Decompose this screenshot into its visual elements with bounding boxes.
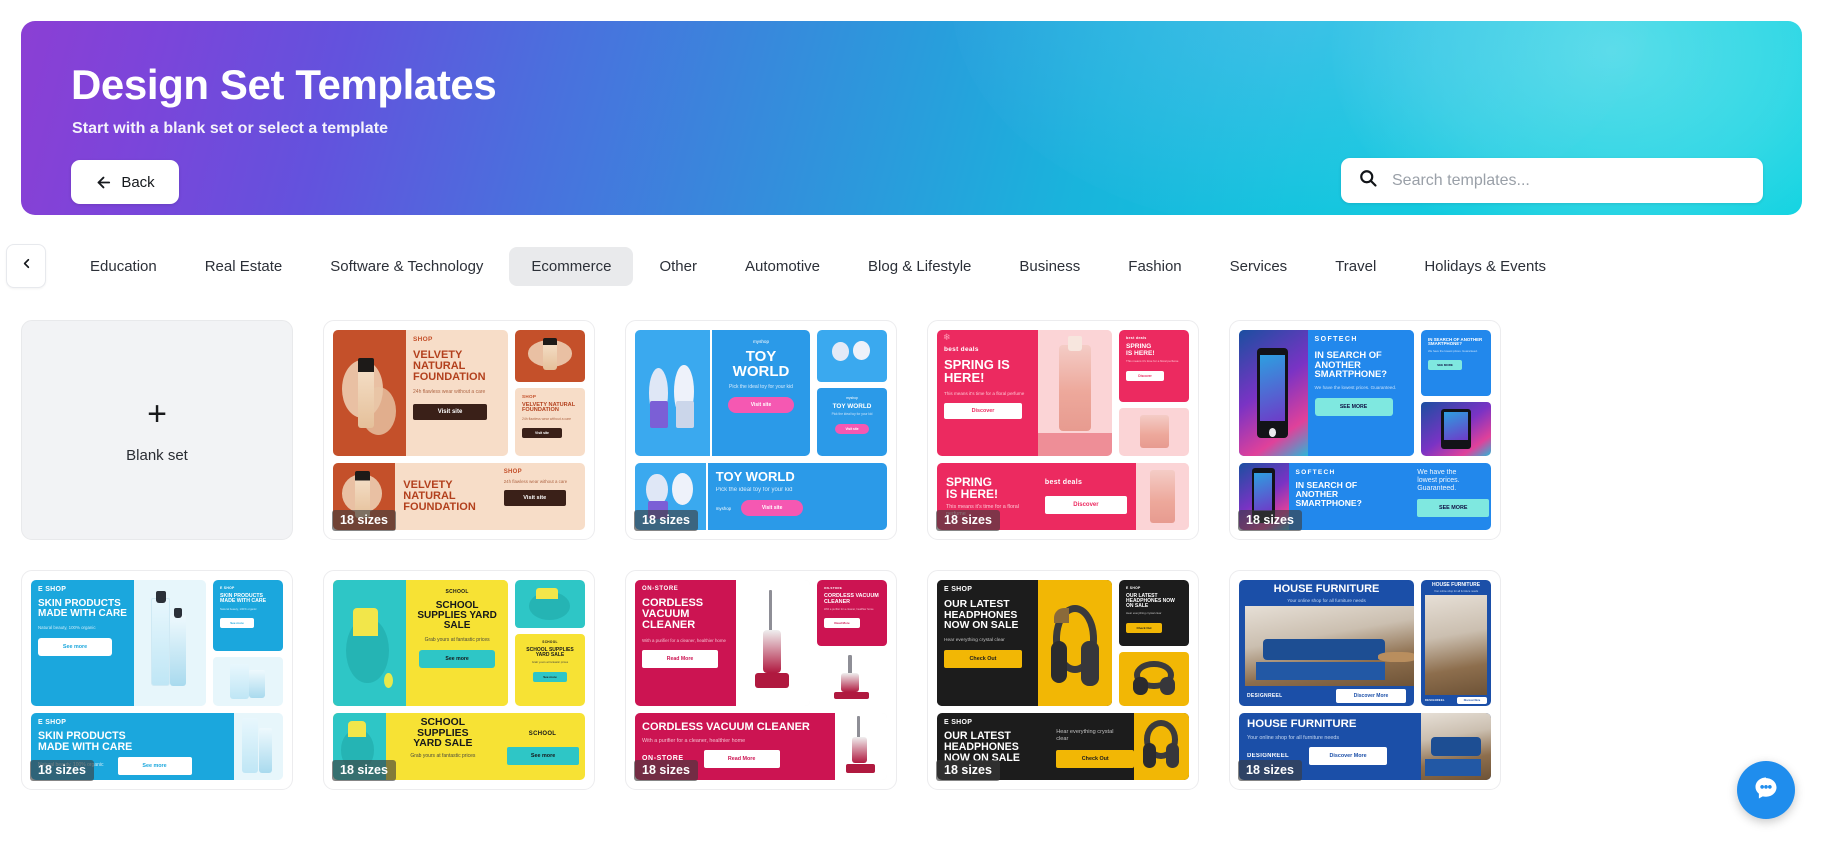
hero-banner: Design Set Templates Start with a blank …	[21, 21, 1802, 215]
template-thumbnail: E SHOP SKIN PRODUCTS MADE WITH CARE Natu…	[31, 580, 283, 780]
template-card-softech-smartphone[interactable]: SOFTECH IN SEARCH OF ANOTHER SMARTPHONE?…	[1229, 320, 1501, 540]
template-thumbnail: ❄ best deals SPRING IS HERE! This means …	[937, 330, 1189, 530]
template-cta: See more	[38, 637, 112, 656]
tab-holidays-events[interactable]: Holidays & Events	[1402, 247, 1568, 286]
templates-grid: + Blank set SHOP VELVETY NATURAL FOUNDAT…	[21, 320, 1802, 790]
arrow-left-icon	[95, 174, 112, 191]
template-brand: SHOP	[413, 336, 433, 343]
template-card-skin-products[interactable]: E SHOP SKIN PRODUCTS MADE WITH CARE Natu…	[21, 570, 293, 790]
tab-other[interactable]: Other	[637, 247, 719, 286]
template-cta: Visit site	[413, 403, 488, 420]
template-headline: HOUSE FURNITURE	[1273, 583, 1380, 595]
tab-automotive[interactable]: Automotive	[723, 247, 842, 286]
template-cta: See more	[419, 650, 496, 669]
tab-travel[interactable]: Travel	[1313, 247, 1398, 286]
template-body: Pick the ideal toy for your kid	[729, 383, 793, 390]
template-card-latest-headphones[interactable]: E SHOP OUR LATEST HEADPHONES NOW ON SALE…	[927, 570, 1199, 790]
plus-icon: +	[147, 394, 167, 433]
template-cta: SEE MORE	[1314, 398, 1393, 417]
template-headline: TOY WORLD	[732, 348, 790, 381]
template-body: Grab yours at fantastic prices	[424, 636, 490, 643]
tab-ecommerce[interactable]: Ecommerce	[509, 246, 634, 286]
tab-fashion[interactable]: Fashion	[1106, 247, 1203, 286]
template-brand: ON-STORE	[642, 586, 679, 592]
template-headline: VELVETY NATURAL FOUNDATION	[413, 349, 486, 384]
template-headline: SCHOOL SUPPLIES YARD SALE	[417, 600, 497, 632]
template-brand: best deals	[944, 346, 979, 353]
search-input[interactable]	[1392, 171, 1746, 190]
tab-education[interactable]: Education	[68, 247, 179, 286]
template-brand: SCHOOL	[445, 589, 469, 595]
blank-set-card[interactable]: + Blank set	[21, 320, 293, 540]
template-cta: Check Out	[944, 650, 1022, 669]
template-headline: SKIN PRODUCTS MADE WITH CARE	[38, 598, 127, 620]
search-box[interactable]	[1341, 158, 1763, 203]
category-tabs: Education Real Estate Software & Technol…	[0, 240, 1822, 292]
template-brand: E SHOP	[38, 586, 67, 593]
template-cta: Discover	[944, 402, 1022, 419]
blank-set-label: Blank set	[126, 446, 188, 464]
template-body: We have the lowest prices. Guaranteed.	[1314, 384, 1397, 390]
template-brand: myshop	[752, 339, 770, 344]
template-card-spring-is-here[interactable]: ❄ best deals SPRING IS HERE! This means …	[927, 320, 1199, 540]
tab-software-technology[interactable]: Software & Technology	[308, 247, 505, 286]
page-title: Design Set Templates	[71, 61, 497, 108]
template-brand: DESIGNREEL	[1247, 693, 1283, 700]
chat-bubble-icon	[1752, 774, 1780, 807]
back-button-label: Back	[121, 173, 155, 191]
template-thumbnail: E SHOP OUR LATEST HEADPHONES NOW ON SALE…	[937, 580, 1189, 780]
template-body: 24h flawless wear without a care	[413, 388, 486, 395]
template-card-school-supplies-yard-sale[interactable]: SCHOOL SCHOOL SUPPLIES YARD SALE Grab yo…	[323, 570, 595, 790]
template-body: This means it's time for a floral perfum…	[944, 390, 1025, 396]
template-headline: OUR LATEST HEADPHONES NOW ON SALE	[944, 599, 1019, 632]
template-card-toy-world[interactable]: myshop TOY WORLD Pick the ideal toy for …	[625, 320, 897, 540]
tab-blog-lifestyle[interactable]: Blog & Lifestyle	[846, 247, 993, 286]
template-thumbnail: SOFTECH IN SEARCH OF ANOTHER SMARTPHONE?…	[1239, 330, 1491, 530]
template-brand: SOFTECH	[1314, 336, 1358, 343]
support-chat-button[interactable]	[1737, 761, 1795, 819]
template-thumbnail: SCHOOL SCHOOL SUPPLIES YARD SALE Grab yo…	[333, 580, 585, 780]
template-headline: SPRING IS HERE!	[944, 357, 1010, 386]
template-body: Hear everything crystal clear	[944, 637, 1005, 643]
template-thumbnail: SHOP VELVETY NATURAL FOUNDATION 24h flaw…	[333, 330, 585, 530]
template-brand: E SHOP	[944, 586, 973, 593]
template-cta: Discover More	[1336, 689, 1406, 704]
template-card-cordless-vacuum-cleaner[interactable]: ON-STORE CORDLESS VACUUM CLEANER With a …	[625, 570, 897, 790]
page-subtitle: Start with a blank set or select a templ…	[72, 120, 389, 137]
tab-services[interactable]: Services	[1208, 247, 1310, 286]
template-thumbnail: HOUSE FURNITURE Your online shop for all…	[1239, 580, 1491, 780]
template-body: Natural beauty, 100% organic	[38, 625, 96, 631]
tab-real-estate[interactable]: Real Estate	[183, 247, 305, 286]
tabs-scroll-left-button[interactable]	[6, 244, 46, 288]
tabs-list: Education Real Estate Software & Technol…	[68, 246, 1822, 286]
template-card-house-furniture[interactable]: HOUSE FURNITURE Your online shop for all…	[1229, 570, 1501, 790]
template-thumbnail: ON-STORE CORDLESS VACUUM CLEANER With a …	[635, 580, 887, 780]
template-thumbnail: myshop TOY WORLD Pick the ideal toy for …	[635, 330, 887, 530]
search-icon	[1358, 168, 1378, 193]
template-card-velvety-natural-foundation[interactable]: SHOP VELVETY NATURAL FOUNDATION 24h flaw…	[323, 320, 595, 540]
back-button[interactable]: Back	[71, 160, 179, 204]
tab-business[interactable]: Business	[997, 247, 1102, 286]
template-headline: CORDLESS VACUUM CLEANER	[642, 597, 704, 632]
template-cta: Visit site	[728, 397, 794, 414]
template-headline: IN SEARCH OF ANOTHER SMARTPHONE?	[1314, 349, 1387, 380]
template-body: With a purifier for a cleaner, healthier…	[642, 637, 726, 643]
chevron-left-icon	[19, 256, 34, 276]
template-body: Your online shop for all furniture needs	[1287, 598, 1366, 604]
template-cta: Read More	[642, 649, 718, 668]
